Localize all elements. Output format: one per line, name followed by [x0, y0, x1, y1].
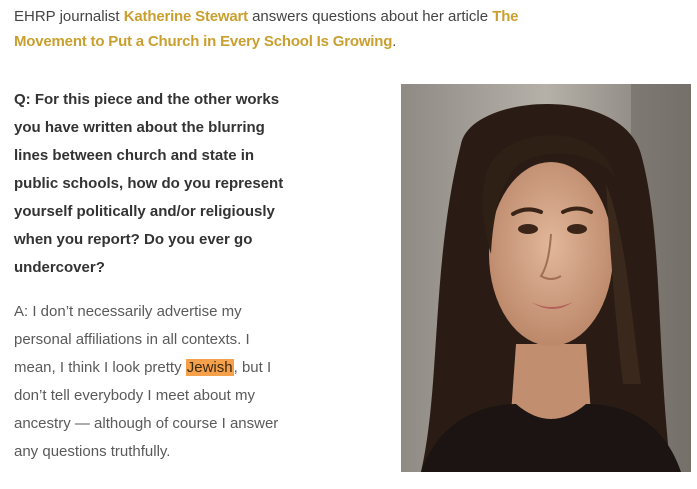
intro-prefix: EHRP journalist [14, 8, 124, 25]
interview-answer: A: I don’t necessarily advertise my pers… [14, 298, 294, 466]
interview-question: Q: For this piece and the other works yo… [14, 86, 294, 282]
highlighted-word: Jewish [185, 359, 234, 376]
question-text: Q: For this piece and the other works yo… [14, 91, 284, 276]
article-intro: EHRP journalist Katherine Stewart answer… [14, 4, 534, 54]
portrait-illustration [401, 84, 691, 472]
intro-middle: answers questions about her article [247, 8, 493, 25]
author-link[interactable]: Katherine Stewart [124, 8, 248, 25]
intro-suffix: . [392, 33, 397, 50]
author-photo [401, 84, 691, 472]
